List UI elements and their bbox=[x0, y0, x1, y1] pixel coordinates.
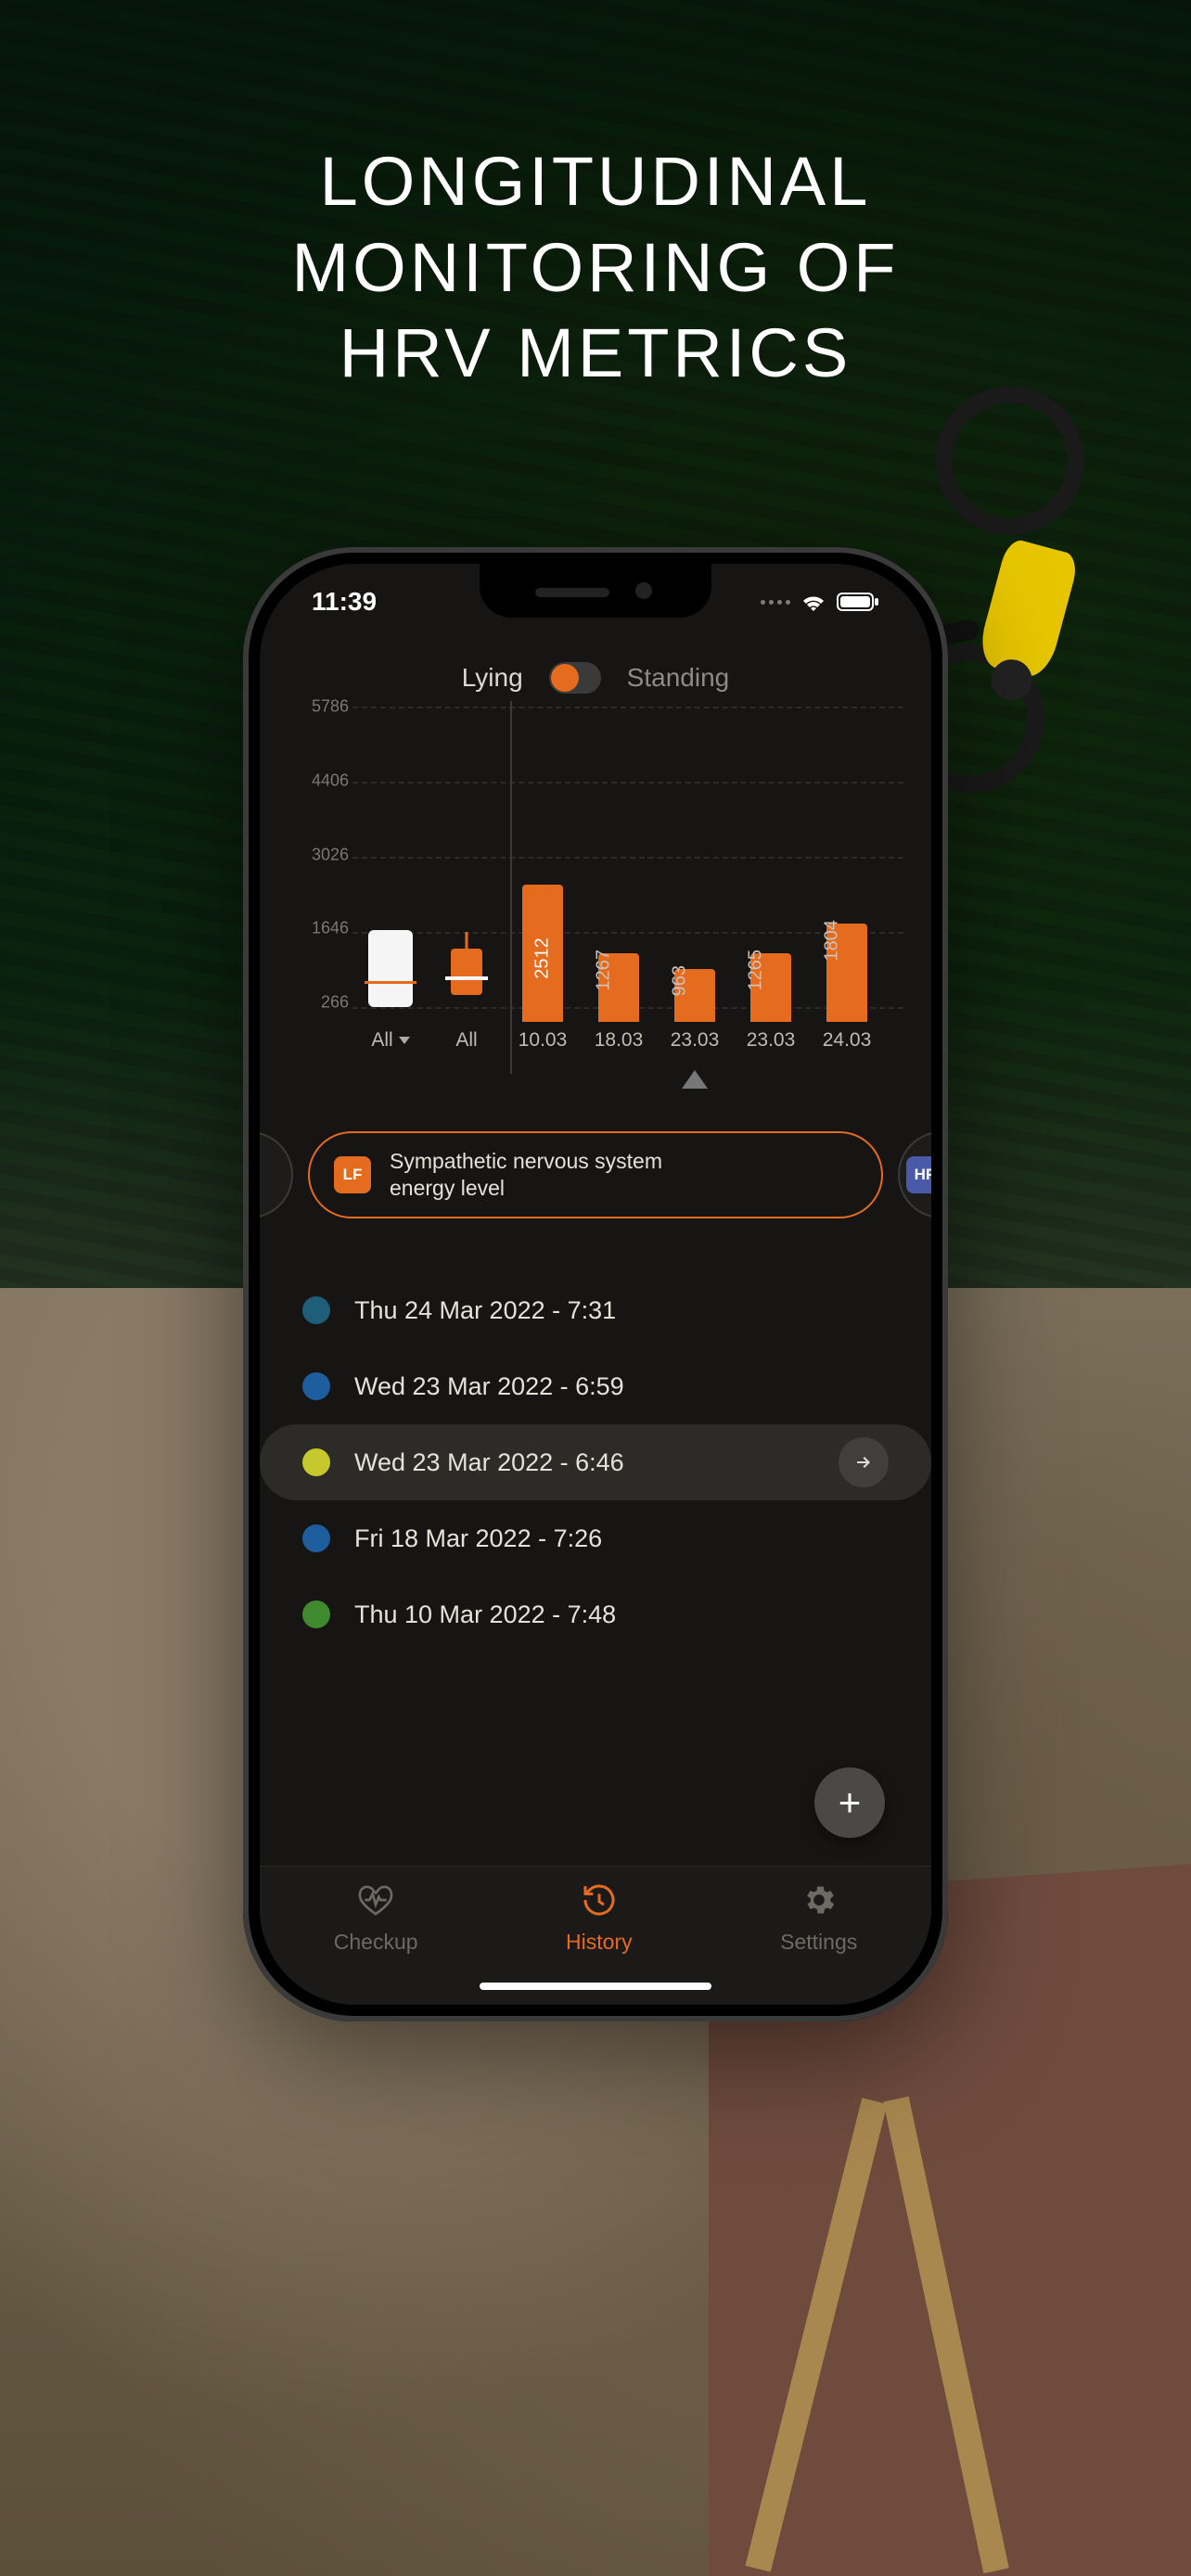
history-row[interactable]: Wed 23 Mar 2022 - 6:59 bbox=[260, 1348, 931, 1424]
bar-value-label: 1267 bbox=[593, 950, 614, 991]
status-dot-icon bbox=[302, 1296, 330, 1324]
metric-title-2: energy level bbox=[390, 1175, 662, 1202]
app-screen: 11:39 Lying bbox=[260, 564, 931, 2005]
headline-line1: LONGITUDINAL bbox=[0, 139, 1191, 225]
metric-next-button[interactable]: HF bbox=[898, 1131, 931, 1218]
heart-icon bbox=[357, 1881, 394, 1924]
x-label[interactable]: 18.03 bbox=[581, 1029, 657, 1052]
metric-prev-button[interactable] bbox=[260, 1131, 293, 1218]
bar: 2512 bbox=[522, 885, 563, 1022]
arrow-right-icon[interactable] bbox=[839, 1437, 889, 1487]
bar-value-label: 963 bbox=[669, 965, 690, 996]
tab-bar: Checkup History Settings bbox=[260, 1866, 931, 2005]
summary-box-white bbox=[368, 930, 413, 1007]
chart-y-axis: 5786440630261646266 bbox=[288, 707, 349, 1022]
bar-column[interactable]: 963 bbox=[657, 707, 733, 1022]
bar-value-label: 1804 bbox=[821, 920, 842, 962]
tab-settings-label: Settings bbox=[780, 1930, 857, 1955]
metric-current[interactable]: LF Sympathetic nervous system energy lev… bbox=[308, 1131, 883, 1218]
x-label[interactable]: 23.03 bbox=[657, 1029, 733, 1052]
posture-toggle-row: Lying Standing bbox=[260, 657, 931, 707]
summary-box-orange bbox=[451, 949, 482, 995]
chevron-down-icon bbox=[399, 1037, 410, 1044]
bar-column[interactable]: 1267 bbox=[581, 707, 657, 1022]
history-row[interactable]: Wed 23 Mar 2022 - 6:46 bbox=[260, 1424, 931, 1500]
hrv-chart: 5786440630261646266 2512126796312651804 … bbox=[288, 707, 903, 1087]
history-row[interactable]: Fri 18 Mar 2022 - 7:26 bbox=[260, 1500, 931, 1576]
summary-column[interactable] bbox=[429, 707, 505, 1022]
metric-selector: LF Sympathetic nervous system energy lev… bbox=[260, 1087, 931, 1235]
battery-icon bbox=[837, 592, 879, 612]
chart-plot-area[interactable]: 2512 1267 963 1265 1804 bbox=[352, 707, 903, 1022]
status-dot-icon bbox=[302, 1372, 330, 1400]
x-label[interactable]: 23.03 bbox=[733, 1029, 809, 1052]
y-tick: 5786 bbox=[288, 697, 349, 717]
history-row-label: Thu 10 Mar 2022 - 7:48 bbox=[354, 1600, 616, 1629]
posture-standing-label[interactable]: Standing bbox=[627, 663, 730, 693]
bar-column[interactable]: 1804 bbox=[809, 707, 885, 1022]
bar: 1804 bbox=[826, 924, 867, 1022]
history-row[interactable]: Thu 10 Mar 2022 - 7:48 bbox=[260, 1576, 931, 1652]
phone-device-frame: 11:39 Lying bbox=[243, 547, 948, 2021]
lf-badge-icon: LF bbox=[334, 1156, 371, 1193]
posture-toggle[interactable] bbox=[549, 662, 601, 694]
posture-lying-label[interactable]: Lying bbox=[462, 663, 523, 693]
tab-checkup[interactable]: Checkup bbox=[334, 1881, 418, 1955]
bar: 1267 bbox=[598, 953, 639, 1022]
history-icon bbox=[581, 1881, 618, 1924]
promo-headline: LONGITUDINAL MONITORING OF HRV METRICS bbox=[0, 139, 1191, 397]
x-label-summary[interactable]: All bbox=[429, 1029, 505, 1052]
metric-title-1: Sympathetic nervous system bbox=[390, 1148, 662, 1175]
bar-value-label: 2512 bbox=[532, 938, 554, 980]
history-list: Thu 24 Mar 2022 - 7:31 Wed 23 Mar 2022 - … bbox=[260, 1272, 931, 1652]
status-time: 11:39 bbox=[312, 587, 377, 617]
selected-marker-icon bbox=[682, 1070, 708, 1089]
status-dot-icon bbox=[302, 1448, 330, 1476]
bar-column[interactable]: 1265 bbox=[733, 707, 809, 1022]
tab-settings[interactable]: Settings bbox=[780, 1881, 857, 1955]
y-tick: 3026 bbox=[288, 845, 349, 864]
x-label[interactable]: 24.03 bbox=[809, 1029, 885, 1052]
chart-x-axis: AllAll10.0318.0323.0323.0324.03 bbox=[352, 1029, 903, 1052]
history-row-label: Fri 18 Mar 2022 - 7:26 bbox=[354, 1524, 602, 1553]
gear-icon bbox=[800, 1881, 838, 1924]
tab-history-label: History bbox=[566, 1930, 633, 1955]
tab-checkup-label: Checkup bbox=[334, 1930, 418, 1955]
history-row-label: Thu 24 Mar 2022 - 7:31 bbox=[354, 1296, 616, 1325]
bar: 963 bbox=[674, 969, 715, 1022]
x-label-summary[interactable]: All bbox=[352, 1029, 429, 1052]
home-indicator[interactable] bbox=[480, 1983, 711, 1990]
summary-column[interactable] bbox=[352, 707, 429, 1022]
history-row[interactable]: Thu 24 Mar 2022 - 7:31 bbox=[260, 1272, 931, 1348]
status-dot-icon bbox=[302, 1600, 330, 1628]
y-tick: 1646 bbox=[288, 919, 349, 938]
bar-column[interactable]: 2512 bbox=[505, 707, 581, 1022]
bar: 1265 bbox=[750, 953, 791, 1022]
add-button[interactable]: + bbox=[814, 1767, 885, 1838]
status-dot-icon bbox=[302, 1524, 330, 1552]
device-notch bbox=[480, 564, 711, 618]
promo-background: LONGITUDINAL MONITORING OF HRV METRICS 1… bbox=[0, 0, 1191, 2576]
x-label[interactable]: 10.03 bbox=[505, 1029, 581, 1052]
hf-badge-icon: HF bbox=[906, 1156, 931, 1193]
history-row-label: Wed 23 Mar 2022 - 6:59 bbox=[354, 1372, 624, 1401]
y-tick: 266 bbox=[288, 993, 349, 1013]
wifi-icon bbox=[800, 592, 827, 612]
headline-line2: MONITORING OF bbox=[0, 225, 1191, 312]
headline-line3: HRV METRICS bbox=[0, 311, 1191, 397]
bar-value-label: 1265 bbox=[745, 950, 766, 991]
history-row-label: Wed 23 Mar 2022 - 6:46 bbox=[354, 1448, 624, 1477]
tab-history[interactable]: History bbox=[566, 1881, 633, 1955]
y-tick: 4406 bbox=[288, 771, 349, 790]
cell-signal-icon bbox=[761, 600, 790, 605]
